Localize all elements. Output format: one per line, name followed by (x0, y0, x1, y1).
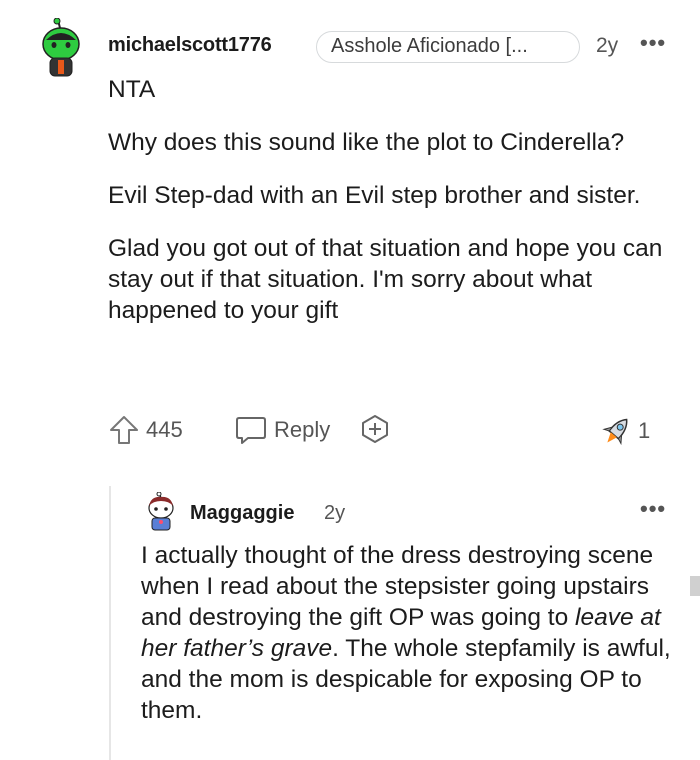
comment-paragraph: NTA (108, 76, 156, 103)
snoo-avatar-icon (148, 491, 174, 531)
avatar[interactable] (36, 17, 88, 78)
award-button[interactable] (360, 414, 390, 444)
reply-label: Reply (274, 417, 331, 442)
comment-username[interactable]: michaelscott1776 (108, 34, 272, 57)
more-options-icon[interactable]: ••• (640, 30, 666, 56)
reply-body: I actually thought of the dress destroyi… (141, 540, 681, 726)
award-plus-icon (362, 415, 388, 443)
thread-line[interactable] (109, 486, 111, 760)
more-options-icon[interactable]: ••• (640, 496, 666, 522)
snoo-avatar-icon (42, 17, 80, 77)
rocket-award-icon (602, 418, 628, 446)
comment-paragraph: Glad you got out of that situation and h… (108, 235, 663, 324)
reply-avatar[interactable] (143, 491, 179, 532)
reply-username[interactable]: Maggaggie (190, 502, 294, 525)
reply-age: 2y (324, 502, 346, 524)
vote-count: 445 (146, 417, 183, 442)
comment-age: 2y (596, 34, 619, 57)
comment-actions: 445 Reply 1 (108, 414, 668, 454)
award-count: 1 (638, 418, 651, 443)
reply-button[interactable]: Reply (234, 414, 330, 446)
user-flair: Asshole Aficionado [... (316, 31, 580, 63)
comment-body: NTA Why does this sound like the plot to… (108, 74, 668, 348)
reply-bubble-icon (236, 417, 266, 444)
scrollbar[interactable] (690, 576, 700, 596)
awards-received[interactable]: 1 (600, 414, 650, 448)
comment-paragraph: Why does this sound like the plot to Cin… (108, 129, 625, 156)
upvote-button[interactable]: 445 (108, 414, 183, 446)
comment-paragraph: Evil Step-dad with an Evil step brother … (108, 182, 641, 209)
upvote-arrow-icon[interactable] (108, 414, 140, 446)
